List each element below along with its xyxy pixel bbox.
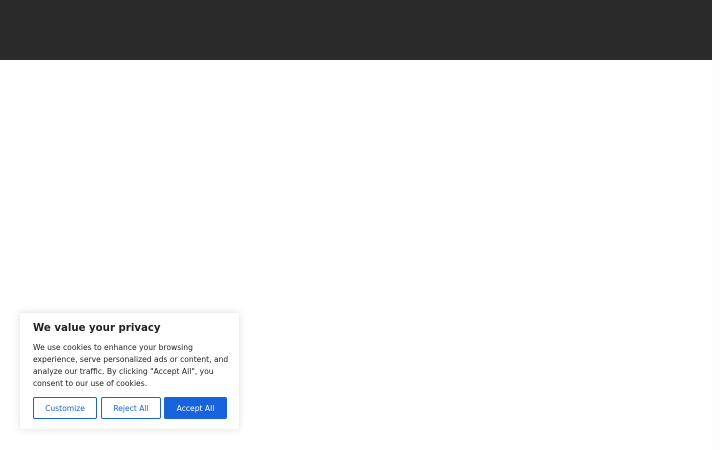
- reject-all-button[interactable]: Reject All: [101, 397, 161, 419]
- cookie-consent-title: We value your privacy: [33, 323, 161, 334]
- scrollbar-track[interactable]: [712, 0, 720, 450]
- page: We value your privacy We use cookies to …: [0, 0, 720, 450]
- accept-all-button[interactable]: Accept All: [164, 397, 227, 419]
- site-header-bar: [0, 0, 712, 60]
- cookie-consent-description: We use cookies to enhance your browsing …: [33, 343, 229, 388]
- customize-button[interactable]: Customize: [33, 397, 97, 419]
- cookie-consent-banner: We value your privacy We use cookies to …: [20, 313, 239, 429]
